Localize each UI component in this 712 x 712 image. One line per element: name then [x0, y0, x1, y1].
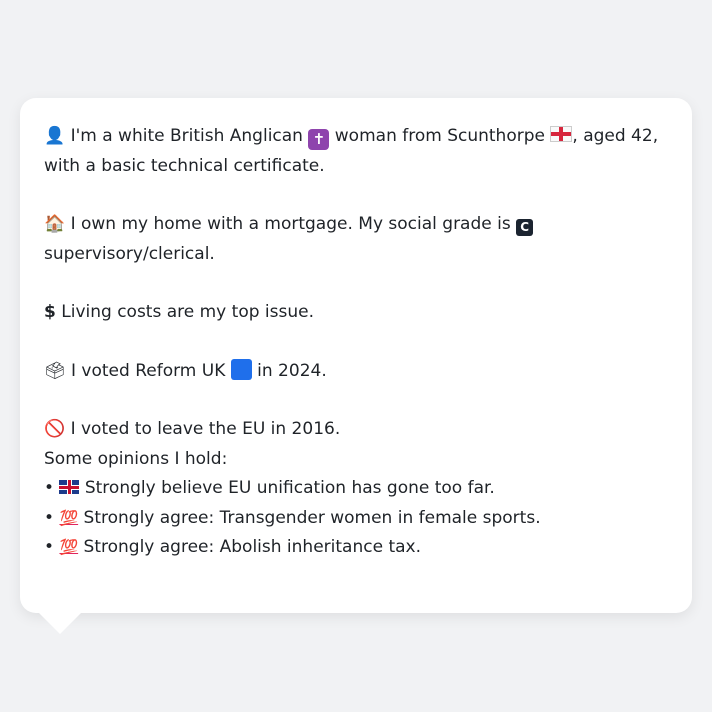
blue-square-icon: [230, 358, 252, 380]
issue-paragraph: $ Living costs are my top issue.: [44, 298, 672, 328]
bullet: •: [44, 478, 55, 498]
hundred-points-icon: 💯: [59, 538, 79, 556]
vote-2024-text-b: in 2024.: [257, 360, 327, 381]
message-bubble: 👤 I'm a white British Anglican ✝ woman f…: [20, 98, 692, 613]
vote-2024-paragraph: 🗳 I voted Reform UK in 2024.: [44, 357, 672, 387]
list-item: • 💯 Strongly agree: Transgender women in…: [44, 504, 672, 534]
latin-cross-icon: ✝: [308, 129, 330, 150]
bubble-tail: [38, 612, 82, 634]
vote-2016-paragraph: 🚫 I voted to leave the EU in 2016.: [44, 415, 672, 445]
england-flag-icon: [550, 126, 573, 142]
bullet: •: [44, 537, 55, 557]
home-paragraph: 🏠 I own my home with a mortgage. My soci…: [44, 210, 672, 269]
opinions-heading: Some opinions I hold:: [44, 448, 228, 469]
intro-paragraph: 👤 I'm a white British Anglican ✝ woman f…: [44, 122, 672, 181]
opinion-text: Strongly believe EU unification has gone…: [84, 478, 495, 498]
ballot-box-icon: 🗳: [44, 360, 66, 381]
opinion-text: Strongly agree: Transgender women in fem…: [83, 507, 541, 528]
uk-flag-icon: [59, 480, 80, 494]
intro-text-a: I'm a white British Anglican: [70, 126, 303, 146]
grade-letter-badge: C: [516, 219, 534, 236]
list-item: • Strongly believe EU unification has go…: [44, 474, 672, 504]
house-icon: 🏠: [44, 214, 66, 234]
no-entry-icon: 🚫: [44, 419, 66, 439]
home-text-b: supervisory/clerical.: [44, 243, 215, 264]
opinion-text: Strongly agree: Abolish inheritance tax.: [83, 537, 421, 557]
person-silhouette-icon: 👤: [44, 126, 66, 146]
bullet: •: [44, 507, 55, 528]
vote-2016-text: I voted to leave the EU in 2016.: [70, 419, 341, 439]
home-text-a: I own my home with a mortgage. My social…: [70, 214, 511, 234]
vote-2024-text-a: I voted Reform UK: [71, 360, 226, 381]
issue-text: Living costs are my top issue.: [61, 302, 314, 322]
opinions-section: Some opinions I hold: • Strongly believe…: [44, 445, 672, 563]
dollar-sign-icon: $: [44, 302, 56, 322]
opinions-list: • Strongly believe EU unification has go…: [44, 474, 672, 563]
list-item: • 💯 Strongly agree: Abolish inheritance …: [44, 533, 672, 563]
intro-text-b: woman from Scunthorpe: [334, 126, 545, 146]
hundred-points-icon: 💯: [59, 508, 79, 527]
